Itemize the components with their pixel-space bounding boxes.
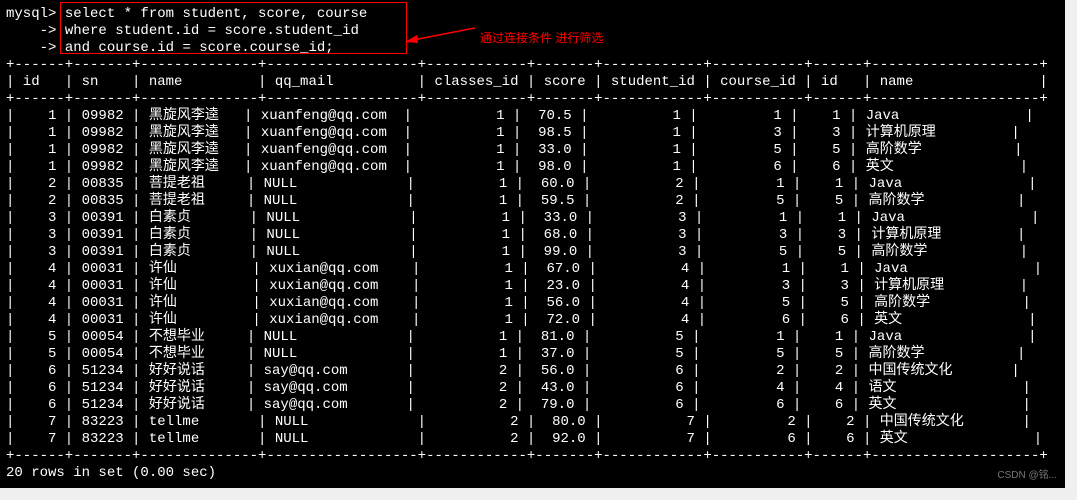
table-header: | id | sn | name | qq_mail | classes_id … [6,74,1048,90]
query-line-1: select * from student, score, course [56,6,367,22]
annotation-label: 通过连接条件 进行筛选 [480,30,603,47]
query-line-2: where student.id = score.student_id [56,23,358,39]
result-footer: 20 rows in set (0.00 sec) [6,465,216,481]
continuation-prompt: -> [6,40,56,56]
watermark: CSDN @铭... [997,467,1057,484]
query-line-3: and course.id = score.course_id; [56,40,333,56]
table-border: +------+-------+--------------+---------… [6,91,1048,107]
table-border: +------+-------+--------------+---------… [6,57,1048,73]
continuation-prompt: -> [6,23,56,39]
prompt: mysql> [6,6,56,22]
table-body: | 1 | 09982 | 黑旋风李逵 | xuanfeng@qq.com | … [6,108,1042,447]
table-border: +------+-------+--------------+---------… [6,448,1048,464]
arrow-icon [405,24,475,44]
mysql-terminal[interactable]: mysql> select * from student, score, cou… [0,0,1065,488]
